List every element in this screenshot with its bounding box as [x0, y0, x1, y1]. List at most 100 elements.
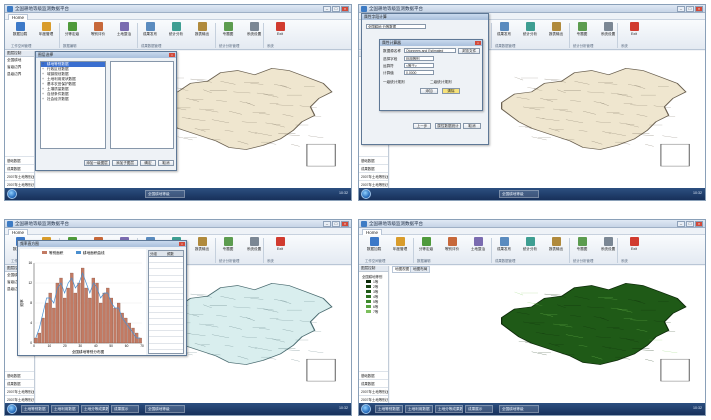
- data-tree-item[interactable]: 2007年土地等别(面): [359, 172, 388, 180]
- data-tree-item[interactable]: 成果数据: [359, 379, 388, 387]
- ribbon-button-chart[interactable]: 统计分析: [165, 22, 187, 42]
- prev-step-button[interactable]: 上一步: [413, 123, 431, 129]
- data-tree-item[interactable]: 2007年土地等别(行政区): [359, 395, 388, 403]
- ribbon-button-document[interactable]: 成果发布: [493, 237, 515, 257]
- ribbon-button-user[interactable]: 等别评价: [87, 22, 109, 42]
- data-tree-item[interactable]: 2007年土地等别(面): [5, 172, 34, 180]
- minimize-button[interactable]: –: [323, 6, 331, 12]
- data-tree-item[interactable]: 2007年土地等别(行政区): [5, 180, 34, 188]
- ribbon-button-map[interactable]: 专题图: [571, 22, 593, 42]
- ribbon-button-gear[interactable]: 系统设置: [243, 22, 265, 42]
- data-tree-item[interactable]: 成果数据: [5, 379, 34, 387]
- rule-a-checkbox[interactable]: 一级统计规则: [383, 80, 405, 85]
- data-tree-item[interactable]: 2007年土地等别(面): [5, 387, 34, 395]
- map-view-tab[interactable]: 地图布局: [410, 266, 431, 273]
- ribbon-button-user[interactable]: 等别评价: [441, 237, 463, 257]
- data-tree-item[interactable]: 成果数据: [5, 164, 34, 172]
- ribbon-button-report[interactable]: 报表输出: [545, 237, 567, 257]
- taskbar-tab[interactable]: 成果展示: [465, 405, 493, 413]
- ribbon-button-tools[interactable]: 土地整治: [467, 237, 489, 257]
- data-tree-item[interactable]: 基础数据: [5, 371, 34, 379]
- cancel-button[interactable]: 取消: [158, 160, 174, 166]
- map-view[interactable]: 地图视图 地图布局: [390, 266, 705, 403]
- add-button[interactable]: 添加: [420, 88, 438, 94]
- ribbon-button-gear[interactable]: 系统设置: [243, 237, 265, 257]
- ribbon-button-calendar[interactable]: 年度管理: [389, 237, 411, 257]
- attribute-statistics-button[interactable]: 属性数据统计: [435, 123, 461, 129]
- ribbon-button-gear[interactable]: 系统设置: [597, 22, 619, 42]
- data-tree-item[interactable]: 基础数据: [5, 156, 34, 164]
- maximize-button[interactable]: □: [686, 221, 694, 227]
- ribbon-button-chart[interactable]: 统计分析: [519, 22, 541, 42]
- taskbar-app[interactable]: 全国耕地等级: [499, 190, 539, 198]
- ribbon-button-folder[interactable]: 数据加载: [363, 237, 385, 257]
- ribbon-button-document[interactable]: 成果发布: [139, 22, 161, 42]
- ribbon-button-gear[interactable]: 系统设置: [597, 237, 619, 257]
- start-button[interactable]: [361, 189, 371, 199]
- ribbon-button-map[interactable]: 专题图: [217, 237, 239, 257]
- ribbon-button-chart[interactable]: 统计分析: [519, 237, 541, 257]
- maximize-button[interactable]: □: [332, 221, 340, 227]
- start-button[interactable]: [361, 404, 371, 414]
- ribbon-button-exit[interactable]: Exit: [623, 237, 645, 257]
- maximize-button[interactable]: □: [686, 6, 694, 12]
- dialog-close-button[interactable]: ×: [169, 53, 175, 57]
- ribbon-button-exit[interactable]: Exit: [623, 22, 645, 42]
- minimize-button[interactable]: –: [677, 6, 685, 12]
- close-button[interactable]: ×: [341, 221, 349, 227]
- ribbon-button-tools[interactable]: 土地整治: [113, 22, 135, 42]
- ribbon-button-report[interactable]: 报表输出: [191, 237, 213, 257]
- start-button[interactable]: [7, 404, 17, 414]
- minimize-button[interactable]: –: [323, 221, 331, 227]
- taskbar-tab[interactable]: 成果展示: [111, 405, 139, 413]
- ribbon-button-report[interactable]: 报表输出: [191, 22, 213, 42]
- rule-b-checkbox[interactable]: 二级统计规则: [430, 80, 452, 85]
- layer-item[interactable]: 省级边界: [5, 64, 34, 71]
- taskbar-app[interactable]: 全国耕地等级: [145, 405, 185, 413]
- taskbar-tab[interactable]: 土地等别数据: [21, 405, 49, 413]
- data-tree-item[interactable]: 2007年土地等别(面): [359, 387, 388, 395]
- field-value[interactable]: <等于>: [404, 63, 434, 68]
- field-value[interactable]: 利用等别: [404, 56, 434, 61]
- minimize-button[interactable]: –: [677, 221, 685, 227]
- taskbar-app[interactable]: 全国耕地等级: [499, 405, 539, 413]
- data-tree-item[interactable]: 基础数据: [359, 371, 388, 379]
- taskbar-tab[interactable]: 土地利用数据: [51, 405, 79, 413]
- data-tree-item[interactable]: 2007年土地等别(行政区): [359, 180, 388, 188]
- ribbon-button-exit[interactable]: Exit: [269, 237, 291, 257]
- ribbon-button-report[interactable]: 报表输出: [545, 22, 567, 42]
- data-tree-item[interactable]: 成果数据: [359, 164, 388, 172]
- ribbon-button-map[interactable]: 专题图: [571, 237, 593, 257]
- browse-file-button[interactable]: 浏览文件: [458, 48, 480, 54]
- dialog-close-button[interactable]: ×: [475, 41, 481, 45]
- layer-item[interactable]: 县级边界: [5, 71, 34, 78]
- ok-button[interactable]: 确定: [140, 160, 156, 166]
- ribbon-button-calendar[interactable]: 年度管理: [35, 22, 57, 42]
- ribbon-button-folder[interactable]: 数据加载: [9, 22, 31, 42]
- ribbon-button-map[interactable]: 专题图: [217, 22, 239, 42]
- dataset-field[interactable]: 全国耕地 分等数据: [366, 24, 426, 29]
- close-button[interactable]: ×: [695, 221, 703, 227]
- selected-layers-list[interactable]: [110, 61, 174, 149]
- taskbar-tab[interactable]: 土地等别数据: [375, 405, 403, 413]
- clear-button[interactable]: 清除: [442, 88, 460, 94]
- data-tree-item[interactable]: 2007年土地等别(行政区): [5, 395, 34, 403]
- layer-tree-item[interactable]: 社会经济数据: [41, 97, 105, 102]
- maximize-button[interactable]: □: [332, 6, 340, 12]
- dialog-close-button[interactable]: ×: [179, 242, 185, 246]
- frequency-table[interactable]: 分组 频数: [148, 250, 184, 354]
- data-tree-item[interactable]: 基础数据: [359, 156, 388, 164]
- layer-pane-tab[interactable]: 图层控制: [359, 266, 388, 272]
- field-value[interactable]: 0.0000: [404, 70, 434, 75]
- taskbar-tab[interactable]: 土地分等成果数据: [435, 405, 463, 413]
- ribbon-button-layers[interactable]: 分等定级: [415, 237, 437, 257]
- datasource-input[interactable]: Otonnees and Estimated: [404, 48, 456, 53]
- taskbar-tab[interactable]: 土地利用数据: [405, 405, 433, 413]
- ribbon-button-exit[interactable]: Exit: [269, 22, 291, 42]
- start-button[interactable]: [7, 189, 17, 199]
- add-child-layer-button[interactable]: 添加子图层: [112, 160, 138, 166]
- taskbar-app[interactable]: 全国耕地等级: [145, 190, 185, 198]
- close-button[interactable]: ×: [341, 6, 349, 12]
- layer-item[interactable]: 全国耕地: [5, 57, 34, 64]
- ribbon-button-layers[interactable]: 分等定级: [61, 22, 83, 42]
